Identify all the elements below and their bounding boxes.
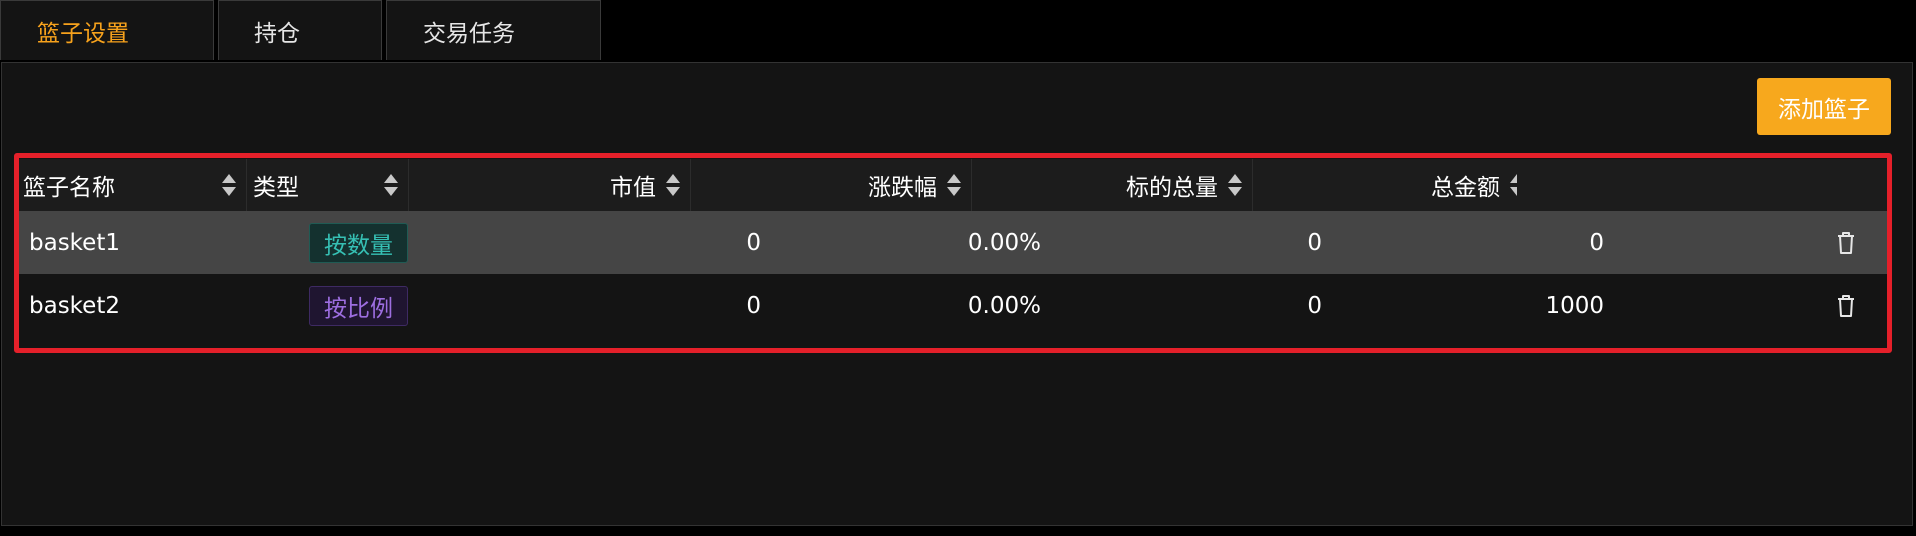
column-header-change[interactable]: 涨跌幅	[691, 159, 972, 211]
operation-cell	[1612, 274, 1887, 337]
column-label: 市值	[610, 175, 656, 201]
column-header-total-amount[interactable]: 总金额	[1253, 159, 1517, 211]
column-label: 标的总量	[1126, 175, 1218, 201]
sort-icon[interactable]	[384, 172, 398, 198]
type-tag-by-ratio: 按比例	[309, 285, 408, 326]
sort-icon[interactable]	[947, 172, 961, 198]
tab-basket-settings[interactable]: 篮子设置	[0, 0, 214, 60]
sort-icon[interactable]	[666, 172, 680, 198]
total-quantity: 0	[1307, 229, 1322, 256]
add-basket-button[interactable]: 添加篮子	[1757, 78, 1891, 135]
table-header: 篮子名称 类型 市值 涨跌幅 标的总量 总金额	[19, 159, 1887, 211]
column-label: 总金额	[1431, 175, 1500, 201]
operation-cell	[1612, 211, 1887, 274]
table-row[interactable]: basket2 按比例 0 0.00% 0 1000	[19, 274, 1887, 337]
basket-name: basket1	[29, 229, 120, 256]
market-value: 0	[746, 229, 761, 256]
column-label: 涨跌幅	[868, 175, 937, 201]
column-label: 类型	[253, 175, 299, 201]
sort-icon[interactable]	[222, 172, 236, 198]
change-percent: 0.00%	[967, 229, 1041, 256]
total-amount: 1000	[1545, 292, 1604, 319]
sort-icon[interactable]	[1510, 172, 1517, 198]
type-cell: 按数量	[299, 211, 487, 274]
column-label: 篮子名称	[23, 175, 115, 201]
column-header-type[interactable]: 类型	[247, 159, 409, 211]
basket-table: 篮子名称 类型 市值 涨跌幅 标的总量 总金额 basket1 按数量 0 0.…	[19, 159, 1887, 337]
column-header-total-qty[interactable]: 标的总量	[972, 159, 1253, 211]
total-amount: 0	[1589, 229, 1604, 256]
column-header-name[interactable]: 篮子名称	[19, 159, 247, 211]
column-header-market-value[interactable]: 市值	[409, 159, 691, 211]
tab-positions[interactable]: 持仓	[218, 0, 382, 60]
tab-trade-tasks[interactable]: 交易任务	[386, 0, 601, 60]
type-tag-by-quantity: 按数量	[309, 222, 408, 263]
type-cell: 按比例	[299, 274, 487, 337]
tab-bar: 篮子设置 持仓 交易任务	[0, 0, 605, 62]
trash-icon[interactable]	[1835, 231, 1857, 255]
basket-name: basket2	[29, 292, 120, 319]
trash-icon[interactable]	[1835, 294, 1857, 318]
change-percent: 0.00%	[967, 292, 1041, 319]
total-quantity: 0	[1307, 292, 1322, 319]
market-value: 0	[746, 292, 761, 319]
table-row[interactable]: basket1 按数量 0 0.00% 0 0	[19, 211, 1887, 274]
sort-icon[interactable]	[1228, 172, 1242, 198]
